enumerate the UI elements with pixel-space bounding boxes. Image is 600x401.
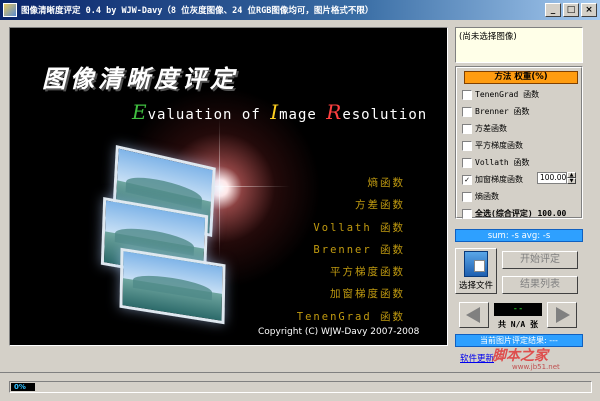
- option-label: 加窗梯度函数: [475, 175, 523, 184]
- arrow-right-icon: [556, 307, 570, 323]
- start-evaluation-button[interactable]: 开始评定: [502, 251, 578, 269]
- arrow-left-icon: [466, 307, 480, 323]
- maximize-button[interactable]: □: [563, 3, 579, 17]
- splash-en-title: Evaluation of Image Resolution: [132, 100, 428, 124]
- checkbox[interactable]: [462, 157, 472, 168]
- option-label: 方差函数: [475, 124, 507, 133]
- status-bar: 0%: [0, 372, 600, 401]
- function-list: 熵函数 方差函数 Vollath 函数 Brenner 函数 平方梯度函数 加窗…: [297, 172, 405, 328]
- checkbox[interactable]: [462, 191, 472, 202]
- option-label: Vollath 函数: [475, 158, 530, 167]
- site-watermark-url: www.jb51.net: [512, 363, 560, 371]
- option-vollath[interactable]: Vollath 函数: [462, 156, 530, 169]
- method-group: 方法 权重(%) TenenGrad 函数 Brenner 函数 方差函数 平方…: [455, 66, 583, 219]
- weight-spinner[interactable]: ▲ ▼: [567, 172, 576, 184]
- close-button[interactable]: ×: [581, 3, 597, 17]
- option-label: 全选(综合评定) 100.00: [475, 209, 567, 218]
- previous-image-button[interactable]: [459, 302, 489, 328]
- app-icon: [3, 3, 17, 17]
- function-item: Vollath 函数: [313, 221, 405, 234]
- checkbox[interactable]: [462, 140, 472, 151]
- function-item: 平方梯度函数: [330, 266, 405, 279]
- checkbox[interactable]: [462, 123, 472, 134]
- option-select-all[interactable]: 全选(综合评定) 100.00: [462, 207, 566, 220]
- letter-r: R: [326, 100, 343, 124]
- option-variance[interactable]: 方差函数: [462, 122, 507, 135]
- next-image-button[interactable]: [547, 302, 577, 328]
- window-title: 图像清晰度评定 0.4 by WJW-Davy（8 位灰度图像、24 位RGB图…: [21, 6, 374, 16]
- function-item: 熵函数: [367, 177, 405, 189]
- select-file-label: 选择文件: [458, 281, 493, 291]
- option-label: 平方梯度函数: [475, 141, 523, 150]
- checkbox[interactable]: [462, 208, 472, 219]
- result-list-button[interactable]: 结果列表: [502, 276, 578, 294]
- image-preview: (尚未选择图像): [455, 27, 583, 63]
- splash-panel: 图像清晰度评定 Evaluation of Image Resolution 熵…: [9, 27, 448, 346]
- summary-bar: sum: -s avg: -s: [455, 229, 583, 242]
- minimize-button[interactable]: _: [545, 3, 561, 17]
- letter-e: E: [132, 100, 148, 124]
- window-controls: _ □ ×: [545, 3, 597, 17]
- select-file-button[interactable]: 选择文件: [455, 248, 497, 294]
- option-tenengrad[interactable]: TenenGrad 函数: [462, 88, 539, 101]
- progress-bar: 0%: [9, 381, 592, 393]
- lens-flare-ray: [219, 118, 220, 258]
- function-item: TenenGrad 函数: [296, 310, 405, 323]
- spin-down-icon[interactable]: ▼: [567, 178, 576, 184]
- option-brenner[interactable]: Brenner 函数: [462, 105, 530, 118]
- site-watermark: 脚本之家: [492, 348, 548, 364]
- checkbox-checked[interactable]: ✓: [462, 174, 472, 185]
- weight-input[interactable]: 100.00: [537, 172, 567, 184]
- checkbox[interactable]: [462, 106, 472, 117]
- option-squared-gradient[interactable]: 平方梯度函数: [462, 139, 523, 152]
- option-label: TenenGrad 函数: [475, 90, 540, 99]
- method-header: 方法 权重(%): [464, 71, 578, 84]
- software-update-link[interactable]: 软件更新: [460, 352, 494, 364]
- preview-placeholder: (尚未选择图像): [459, 32, 517, 42]
- splash-cn-title: 图像清晰度评定: [42, 64, 238, 93]
- image-index-display: --: [494, 303, 542, 316]
- title-bar: 图像清晰度评定 0.4 by WJW-Davy（8 位灰度图像、24 位RGB图…: [0, 0, 600, 20]
- open-file-icon: [464, 251, 488, 277]
- image-count: 共 N/A 张: [497, 320, 539, 329]
- letter-i: I: [270, 100, 280, 124]
- option-label: 熵函数: [475, 192, 499, 201]
- function-item: Brenner 函数: [313, 243, 405, 256]
- option-entropy[interactable]: 熵函数: [462, 190, 499, 203]
- option-label: Brenner 函数: [475, 107, 530, 116]
- copyright-text: Copyright (C) WJW-Davy 2007-2008: [258, 327, 420, 337]
- progress-label: 0%: [11, 383, 35, 391]
- option-windowed-gradient[interactable]: ✓ 加窗梯度函数: [462, 173, 523, 186]
- function-item: 方差函数: [355, 199, 405, 212]
- function-item: 加窗梯度函数: [330, 288, 405, 301]
- checkbox[interactable]: [462, 89, 472, 100]
